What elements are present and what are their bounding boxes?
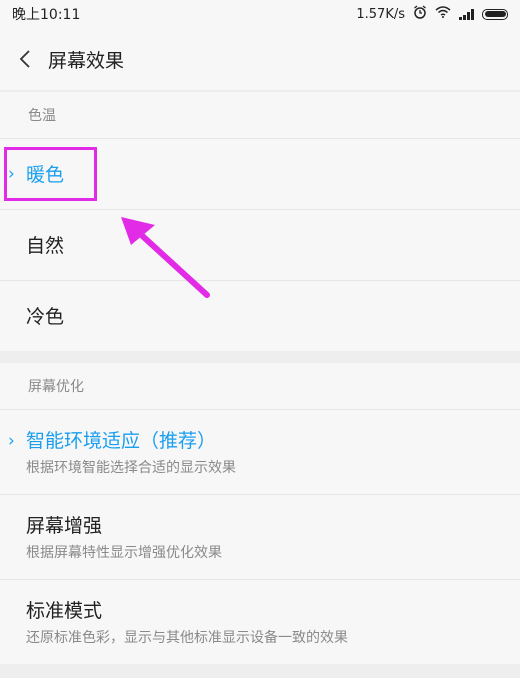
option-smart-adapt[interactable]: › 智能环境适应（推荐） 根据环境智能选择合适的显示效果 [0,409,520,494]
annotation-arrow-icon [121,217,210,298]
option-label: 标准模式 [26,600,103,622]
section-divider [0,351,520,363]
chevron-right-icon: › [8,431,15,451]
option-label: 冷色 [26,306,65,328]
option-label: 智能环境适应（推荐） [26,430,217,452]
title-bar: 屏幕效果 [0,28,520,90]
status-icons: 1.57K/s [356,5,508,23]
option-description: 根据屏幕特性显示增强优化效果 [26,545,222,561]
option-label: 自然 [26,235,65,257]
option-standard[interactable]: 标准模式 还原标准色彩，显示与其他标准显示设备一致的效果 [0,579,520,664]
status-time: 晚上10:11 [12,7,81,23]
section-header-color-temp: 色温 [0,92,520,138]
network-speed: 1.57K/s [356,6,405,22]
page-title: 屏幕效果 [48,49,125,72]
alarm-icon [413,5,427,23]
option-cool[interactable]: 冷色 [0,280,520,351]
back-icon[interactable] [14,48,36,70]
option-description: 还原标准色彩，显示与其他标准显示设备一致的效果 [26,630,348,646]
wifi-icon [435,6,451,22]
status-bar: 晚上10:11 1.57K/s [0,0,520,28]
option-natural[interactable]: 自然 [0,209,520,280]
option-label: 屏幕增强 [26,515,103,537]
signal-icon [459,8,474,20]
annotation-highlight-box [4,147,97,201]
option-enhance[interactable]: 屏幕增强 根据屏幕特性显示增强优化效果 [0,494,520,579]
battery-icon [482,8,508,20]
option-description: 根据环境智能选择合适的显示效果 [26,460,236,476]
section-header-optimization: 屏幕优化 [0,363,520,409]
option-label: 暖色 [26,164,65,186]
bottom-divider [0,664,520,678]
